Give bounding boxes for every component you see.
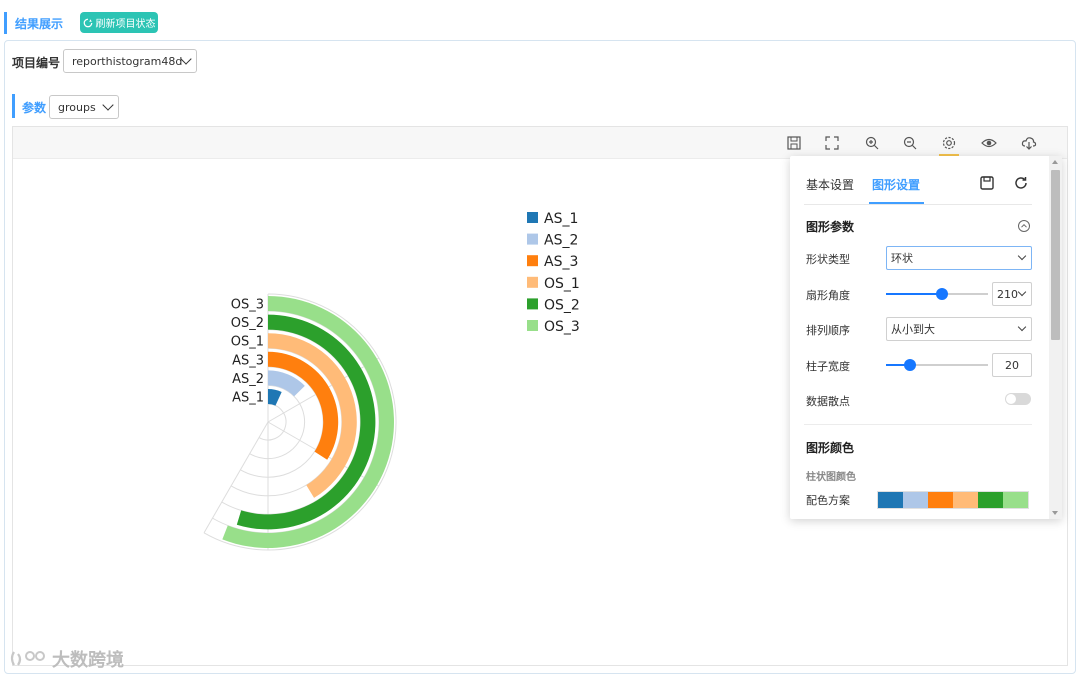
legend-swatch bbox=[527, 298, 538, 310]
scroll-down-arrow[interactable] bbox=[1052, 511, 1058, 515]
sort-order-select[interactable]: 从小到大 bbox=[886, 317, 1032, 341]
category-label: AS_1 bbox=[232, 391, 264, 406]
color-swatch-1[interactable] bbox=[878, 492, 903, 508]
data-scatter-toggle[interactable] bbox=[1005, 393, 1031, 405]
legend-label: OS_3 bbox=[544, 319, 580, 335]
grid-ring bbox=[258, 403, 287, 441]
bar-width-knob[interactable] bbox=[904, 359, 916, 371]
legend-item[interactable]: AS_1 bbox=[527, 211, 578, 227]
legend-swatch bbox=[527, 233, 538, 245]
graph-color-heading: 图形颜色 bbox=[806, 441, 855, 455]
shape-type-select[interactable]: 环状 bbox=[886, 246, 1032, 270]
bar-width-label: 柱子宽度 bbox=[806, 360, 850, 373]
watermark-text: 大数跨境 bbox=[52, 650, 124, 671]
legend-item[interactable]: OS_2 bbox=[527, 297, 580, 313]
legend-swatch bbox=[527, 212, 538, 223]
save-icon[interactable] bbox=[978, 174, 996, 192]
sector-angle-select[interactable]: 210 bbox=[992, 282, 1032, 306]
watermark: 大数跨境 bbox=[8, 646, 124, 672]
toggle-knob bbox=[1006, 394, 1016, 404]
scroll-thumb[interactable] bbox=[1051, 170, 1060, 340]
panel-scrollbar[interactable] bbox=[1049, 156, 1062, 519]
shape-type-value: 环状 bbox=[891, 252, 913, 265]
legend-swatch bbox=[527, 255, 538, 267]
color-swatch-5[interactable] bbox=[978, 492, 1003, 508]
data-scatter-label: 数据散点 bbox=[806, 395, 850, 408]
category-label: OS_1 bbox=[231, 335, 264, 350]
scroll-up-arrow[interactable] bbox=[1052, 160, 1058, 164]
category-label: OS_2 bbox=[231, 316, 264, 331]
color-swatch-6[interactable] bbox=[1003, 492, 1028, 508]
sector-angle-label: 扇形角度 bbox=[806, 289, 850, 302]
color-swatch-2[interactable] bbox=[903, 492, 928, 508]
legend-swatch bbox=[527, 276, 538, 288]
chevron-down-icon bbox=[1017, 322, 1027, 332]
color-swatch-3[interactable] bbox=[928, 492, 953, 508]
legend-label: AS_1 bbox=[544, 211, 578, 227]
tab-graph-settings[interactable]: 图形设置 bbox=[872, 176, 920, 193]
tab-basic-settings[interactable]: 基本设置 bbox=[806, 176, 854, 193]
bar-width-slider[interactable] bbox=[886, 359, 988, 371]
bar-color-label: 柱状图颜色 bbox=[806, 472, 856, 483]
reset-icon[interactable] bbox=[1012, 174, 1030, 192]
collapse-icon[interactable] bbox=[1017, 218, 1031, 232]
legend-swatch bbox=[527, 320, 538, 331]
graph-settings-panel: 基本设置 图形设置 图形参数 形状类型 环状 扇形角度 210 排列顺序 从小到… bbox=[790, 156, 1062, 519]
category-label: OS_3 bbox=[231, 298, 264, 313]
legend-label: OS_2 bbox=[544, 297, 580, 313]
legend-label: OS_1 bbox=[544, 276, 580, 292]
bar-width-input[interactable]: 20 bbox=[992, 353, 1032, 377]
shape-type-label: 形状类型 bbox=[806, 253, 850, 266]
tab-divider bbox=[804, 204, 1032, 205]
bar-as-1[interactable] bbox=[268, 389, 282, 406]
legend-label: AS_2 bbox=[544, 233, 578, 249]
color-swatch-4[interactable] bbox=[953, 492, 978, 508]
sector-angle-knob[interactable] bbox=[936, 288, 948, 300]
sector-angle-value: 210 bbox=[997, 287, 1018, 301]
chevron-down-icon bbox=[1017, 251, 1027, 261]
sort-order-label: 排列顺序 bbox=[806, 324, 850, 337]
legend-label: AS_3 bbox=[544, 254, 578, 270]
sector-angle-slider[interactable] bbox=[886, 288, 988, 300]
sector-angle-fill bbox=[886, 293, 942, 295]
sort-order-value: 从小到大 bbox=[891, 323, 935, 336]
watermark-logo-icon bbox=[10, 651, 45, 666]
legend-item[interactable]: AS_2 bbox=[527, 233, 578, 249]
category-label: AS_2 bbox=[232, 372, 264, 387]
chevron-down-icon bbox=[1017, 287, 1027, 297]
color-scheme-swatches[interactable] bbox=[877, 491, 1029, 509]
legend-item[interactable]: OS_3 bbox=[527, 319, 580, 335]
graph-params-heading: 图形参数 bbox=[806, 220, 855, 234]
legend-item[interactable]: OS_1 bbox=[527, 276, 580, 292]
category-label: AS_3 bbox=[232, 353, 264, 368]
color-scheme-label: 配色方案 bbox=[806, 494, 850, 507]
legend-item[interactable]: AS_3 bbox=[527, 254, 578, 270]
section-divider bbox=[804, 424, 1032, 425]
